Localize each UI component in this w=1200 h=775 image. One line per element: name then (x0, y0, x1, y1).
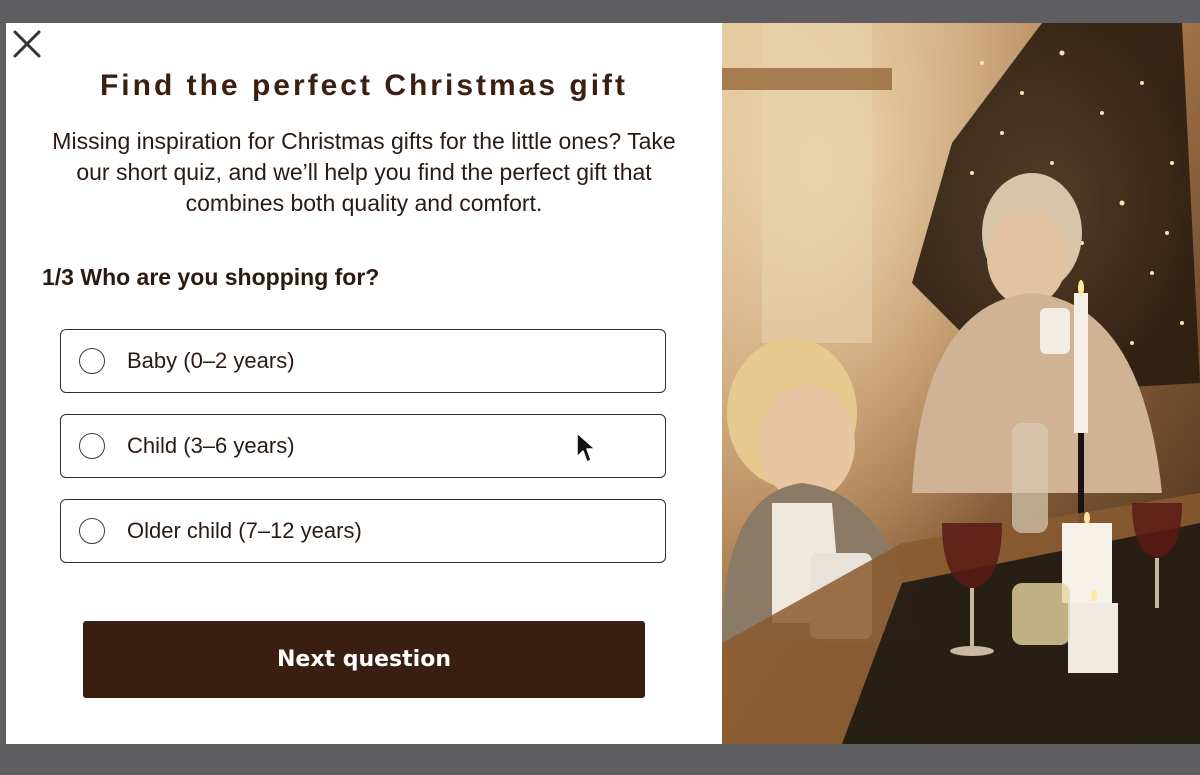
close-icon[interactable] (11, 28, 43, 60)
intro-text: Missing inspiration for Christmas gifts … (52, 128, 676, 216)
radio-icon[interactable] (79, 348, 105, 374)
quiz-modal: Find the perfect Christmas gift Missing … (6, 23, 1200, 744)
radio-icon[interactable] (79, 518, 105, 544)
radio-icon[interactable] (79, 433, 105, 459)
option-label: Child (3–6 years) (127, 433, 295, 458)
option-label: Baby (0–2 years) (127, 348, 295, 373)
modal-title: Find the perfect Christmas gift (99, 69, 629, 102)
next-question-button[interactable]: Next question (83, 621, 645, 698)
option-baby[interactable]: Baby (0–2 years) (60, 329, 666, 393)
quiz-panel: Find the perfect Christmas gift Missing … (6, 23, 722, 744)
option-older-child[interactable]: Older child (7–12 years) (60, 499, 666, 563)
christmas-family-photo (722, 23, 1200, 744)
option-label: Older child (7–12 years) (127, 518, 362, 543)
mouse-cursor-icon (575, 431, 597, 465)
question-heading: 1/3 Who are you shopping for? (42, 264, 380, 290)
